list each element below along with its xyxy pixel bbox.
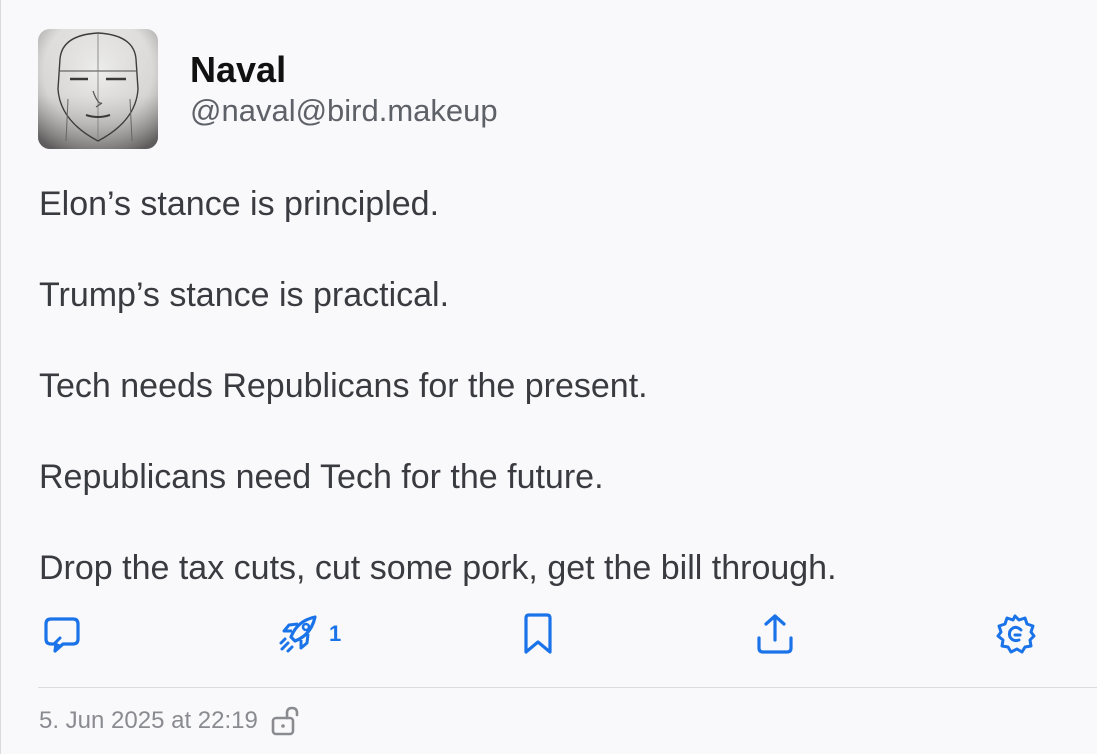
post-paragraph: Elon’s stance is principled. (39, 185, 440, 223)
visibility-indicator (270, 705, 300, 737)
post-paragraph: Tech needs Republicans for the present. (39, 367, 648, 405)
avatar[interactable] (38, 29, 158, 149)
boost-button[interactable]: 1 (277, 610, 341, 658)
reply-bubble-icon (44, 617, 80, 653)
avatar-sketch-image (38, 29, 158, 149)
divider (38, 687, 1097, 688)
share-icon (757, 614, 793, 654)
post-meta: 5. Jun 2025 at 22:19 (39, 705, 300, 737)
post-body: Elon’s stance is principled. Trump’s sta… (39, 184, 1079, 639)
author-handle[interactable]: @naval@bird.makeup (190, 93, 498, 129)
author-display-name[interactable]: Naval (190, 49, 286, 91)
boost-count: 1 (329, 621, 342, 646)
reply-button[interactable] (41, 610, 83, 658)
gear-icon (996, 614, 1036, 654)
bookmark-button[interactable] (517, 610, 559, 658)
unlocked-padlock-icon (271, 706, 299, 736)
post-timestamp[interactable]: 5. Jun 2025 at 22:19 (39, 707, 258, 735)
post-action-bar: 1 (1, 610, 1097, 658)
bookmark-icon (524, 613, 552, 654)
post-paragraph: Republicans need Tech for the future. (39, 458, 604, 496)
post-paragraph: Trump’s stance is practical. (39, 276, 450, 314)
share-button[interactable] (753, 610, 797, 658)
more-options-button[interactable] (993, 610, 1037, 658)
post-paragraph: Drop the tax cuts, cut some pork, get th… (39, 549, 837, 587)
rocket-icon (279, 615, 317, 653)
post-card: Naval @naval@bird.makeup Elon’s stance i… (0, 0, 1097, 754)
